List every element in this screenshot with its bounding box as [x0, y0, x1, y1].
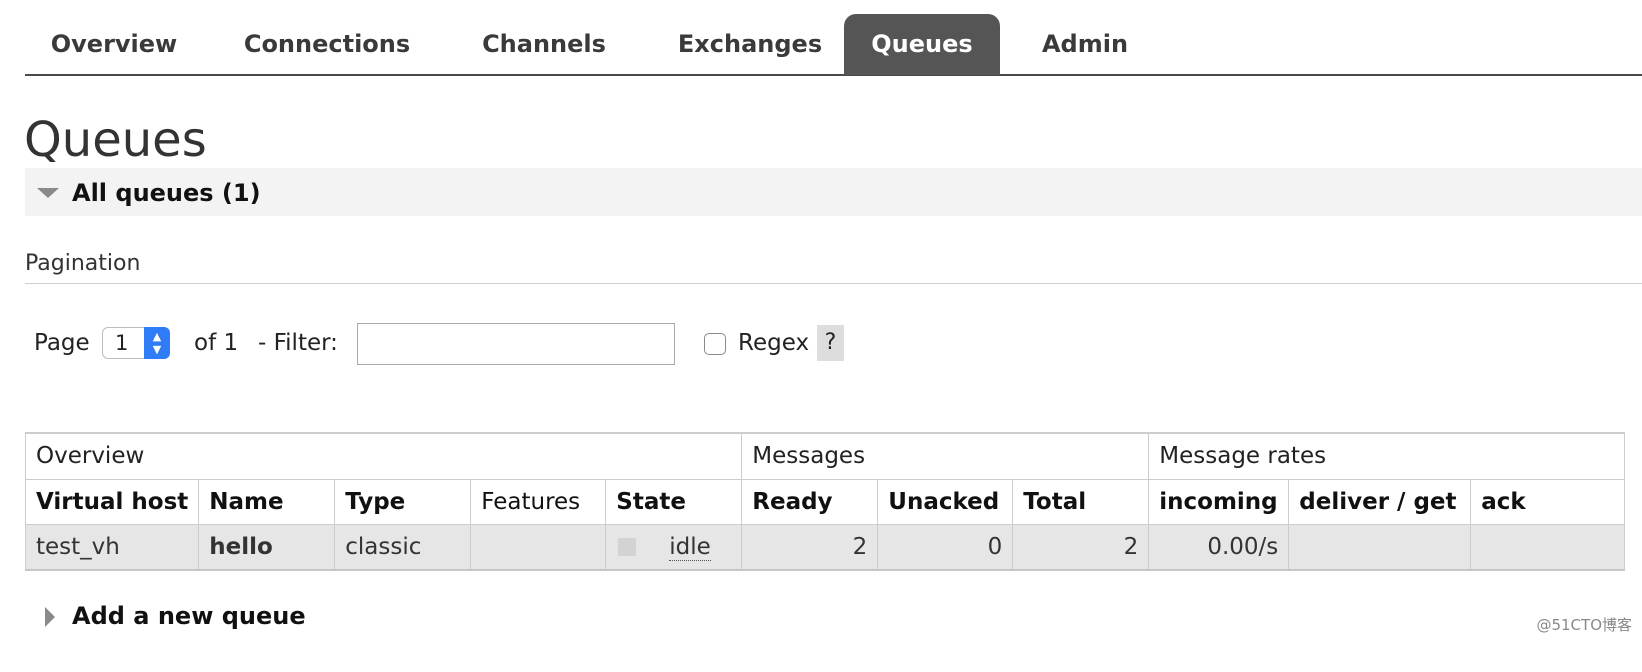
cell-virtual-host: test_vh — [24, 523, 200, 571]
column-header-ack[interactable]: ack — [1470, 478, 1626, 525]
updown-chevron-icon: ▲ ▼ — [144, 327, 170, 359]
tab-overview[interactable]: Overview — [25, 14, 203, 75]
column-header-name[interactable]: Name — [198, 478, 336, 525]
cell-ack — [1470, 523, 1626, 571]
cell-total: 2 — [1012, 523, 1150, 571]
tab-channels[interactable]: Channels — [458, 14, 630, 75]
page-label: Page — [34, 330, 90, 356]
queues-table: Overview Messages Message rates Virtual … — [24, 432, 1626, 571]
filter-input[interactable] — [357, 323, 675, 365]
state-text: idle — [669, 533, 711, 561]
column-header-state[interactable]: State — [605, 478, 743, 525]
all-queues-section-toggle[interactable]: All queues (1) — [25, 168, 1642, 216]
page-title: Queues — [24, 112, 207, 168]
page-select-value: 1 — [115, 331, 129, 355]
pagination-label: Pagination — [25, 251, 141, 276]
column-header-total[interactable]: Total — [1012, 478, 1150, 525]
table-row[interactable]: test_vh hello classic idle 2 0 2 0.00/s — [24, 523, 1626, 571]
triangle-down-icon — [37, 188, 59, 198]
group-header-overview: Overview — [24, 432, 743, 480]
column-header-ready[interactable]: Ready — [741, 478, 879, 525]
add-queue-title: Add a new queue — [72, 602, 306, 630]
column-header-type[interactable]: Type — [334, 478, 472, 525]
cell-features — [470, 523, 607, 571]
top-navigation: Overview Connections Channels Exchanges … — [25, 14, 1642, 76]
triangle-right-icon — [45, 607, 55, 627]
cell-ready: 2 — [741, 523, 879, 571]
regex-label: Regex — [738, 330, 810, 356]
column-header-features: Features — [470, 478, 607, 525]
cell-state: idle — [605, 523, 743, 571]
cell-unacked: 0 — [877, 523, 1014, 571]
tab-admin[interactable]: Admin — [1030, 14, 1140, 75]
watermark: @51CTO博客 — [1536, 616, 1632, 634]
column-header-unacked[interactable]: Unacked — [877, 478, 1014, 525]
all-queues-title: All queues (1) — [72, 179, 261, 207]
regex-checkbox[interactable] — [704, 333, 726, 355]
cell-incoming: 0.00/s — [1148, 523, 1290, 571]
regex-help-button[interactable]: ? — [817, 325, 844, 361]
pagination-divider — [25, 283, 1642, 284]
state-indicator-icon — [618, 538, 637, 557]
queue-name-link[interactable]: hello — [198, 523, 336, 571]
cell-type: classic — [334, 523, 472, 571]
page-select[interactable]: 1 ▲ ▼ — [102, 327, 170, 359]
filter-label: - Filter: — [258, 330, 338, 356]
column-header-virtual-host[interactable]: Virtual host — [24, 478, 200, 525]
page-count-label: of 1 — [194, 330, 239, 356]
column-header-deliver-get[interactable]: deliver / get — [1288, 478, 1472, 525]
column-header-incoming[interactable]: incoming — [1148, 478, 1290, 525]
tab-exchanges[interactable]: Exchanges — [655, 14, 845, 75]
cell-deliver-get — [1288, 523, 1472, 571]
group-header-message-rates: Message rates — [1148, 432, 1626, 480]
tab-queues[interactable]: Queues — [844, 14, 1000, 75]
tab-connections[interactable]: Connections — [228, 14, 426, 75]
group-header-messages: Messages — [741, 432, 1150, 480]
